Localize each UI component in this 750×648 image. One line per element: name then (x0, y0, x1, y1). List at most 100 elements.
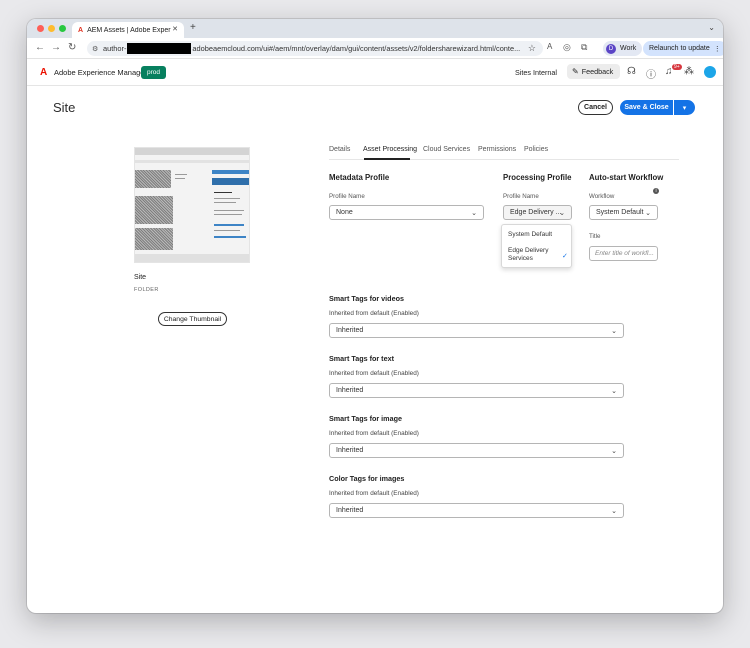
smart-tags-image-select[interactable]: Inherited ⌄ (329, 443, 624, 458)
smart-tags-image-heading: Smart Tags for image (329, 414, 402, 423)
tab-permissions[interactable]: Permissions (478, 146, 516, 153)
apps-grid-icon[interactable]: ⁂ (684, 66, 694, 77)
notification-badge: 9+ (672, 64, 682, 70)
color-tags-images-select[interactable]: Inherited ⌄ (329, 503, 624, 518)
thumb-image (135, 228, 173, 250)
thumb-line (214, 210, 244, 211)
thumb-line (214, 198, 240, 199)
processing-profile-label: Profile Name (503, 193, 539, 200)
info-icon[interactable]: i (653, 188, 659, 194)
help-icon[interactable]: ⓘ (646, 66, 656, 81)
tab-details[interactable]: Details (329, 146, 350, 153)
thumb-line (214, 202, 236, 203)
tab-search-icon[interactable]: ⌄ (708, 23, 715, 32)
smart-tags-text-heading: Smart Tags for text (329, 354, 394, 363)
redacted-block (127, 43, 192, 54)
tab-cloud-services[interactable]: Cloud Services (423, 146, 470, 153)
chevron-down-icon: ⌄ (471, 210, 477, 217)
site-info-icon[interactable]: ⚙ (92, 45, 98, 53)
thumb-bar (214, 224, 244, 226)
extension-icon[interactable]: ◎ (563, 42, 571, 53)
smart-tags-text-value: Inherited (336, 387, 364, 394)
smart-tags-videos-heading: Smart Tags for videos (329, 294, 404, 303)
profile-pill[interactable]: D Work (603, 41, 643, 56)
property-tabs: Details Asset Processing Cloud Services … (329, 142, 679, 160)
puzzle-icon[interactable]: ⧉ (581, 42, 587, 53)
feedback-button[interactable]: ✎ Feedback (567, 64, 621, 79)
chevron-down-icon: ⌄ (611, 388, 617, 395)
env-badge: prod (141, 66, 167, 79)
new-tab-icon[interactable]: + (190, 22, 196, 33)
metadata-profile-select[interactable]: None ⌄ (329, 205, 484, 220)
url-prefix: author- (103, 44, 127, 53)
reload-icon[interactable]: ↻ (68, 42, 76, 53)
minimize-window-button[interactable] (48, 25, 55, 32)
option-edge-delivery[interactable]: Edge Delivery (508, 247, 548, 254)
active-tab-indicator (364, 158, 410, 160)
thumb-bar (212, 170, 249, 174)
workflow-label: Workflow (589, 193, 615, 200)
adobe-favicon-icon: A (78, 26, 84, 34)
bookmark-star-icon[interactable]: ☆ (528, 43, 536, 54)
user-avatar[interactable] (704, 66, 716, 78)
smart-tags-text-select[interactable]: Inherited ⌄ (329, 383, 624, 398)
workflow-title-input[interactable]: Enter title of workfl... (589, 246, 658, 261)
color-tags-images-heading: Color Tags for images (329, 474, 405, 483)
app-name[interactable]: Adobe Experience Manager (54, 68, 147, 77)
thumb-line (214, 192, 232, 193)
translate-icon[interactable]: A (547, 42, 552, 51)
close-window-button[interactable] (37, 25, 44, 32)
processing-profile-select[interactable]: Edge Delivery ... ⌄ (503, 205, 572, 220)
thumb-bar (214, 236, 246, 238)
maximize-window-button[interactable] (59, 25, 66, 32)
option-system-default[interactable]: System Default (508, 231, 552, 238)
save-options-button[interactable]: ▾ (674, 100, 695, 115)
url-field[interactable]: ⚙ author- adobeaemcloud.com/ui#/aem/mnt/… (87, 41, 543, 56)
checkmark-icon: ✓ (562, 253, 568, 260)
metadata-profile-heading: Metadata Profile (329, 173, 390, 182)
back-icon[interactable]: ← (35, 42, 45, 53)
adobe-logo-icon[interactable]: A (40, 67, 47, 78)
feedback-icon: ✎ (572, 67, 579, 76)
folder-name: Site (134, 274, 147, 281)
workflow-select[interactable]: System Default ⌄ (589, 205, 658, 220)
thumb-bar (212, 178, 249, 185)
profile-label: Work (620, 45, 637, 52)
thumb-line (214, 230, 240, 231)
folder-thumbnail (134, 147, 250, 263)
save-close-button[interactable]: Save & Close (620, 100, 673, 115)
chevron-down-icon: ▾ (682, 104, 687, 112)
chevron-down-icon: ⌄ (645, 210, 651, 217)
thumb-line (175, 174, 187, 175)
thumb-line (214, 214, 242, 215)
color-tags-images-note: Inherited from default (Enabled) (329, 490, 419, 497)
tab-policies[interactable]: Policies (524, 146, 548, 153)
smart-tags-videos-select[interactable]: Inherited ⌄ (329, 323, 624, 338)
close-tab-icon[interactable]: ✕ (172, 25, 178, 33)
browser-tab-title: AEM Assets | Adobe Experien (87, 26, 172, 34)
workspace-switcher[interactable]: Sites Internal (515, 68, 557, 77)
processing-profile-value: Edge Delivery ... (510, 209, 562, 216)
tab-asset-processing[interactable]: Asset Processing (363, 146, 417, 153)
thumb-line (175, 178, 185, 179)
address-bar-row: ← → ↻ ⚙ author- adobeaemcloud.com/ui#/ae… (27, 38, 723, 59)
aem-header: A Adobe Experience Manager prod Sites In… (27, 59, 723, 86)
relaunch-button[interactable]: Relaunch to update ⋮ (643, 41, 723, 56)
cancel-button[interactable]: Cancel (578, 100, 613, 115)
forward-icon[interactable]: → (51, 42, 61, 53)
folder-type: FOLDER (134, 287, 159, 293)
smart-tags-text-note: Inherited from default (Enabled) (329, 370, 419, 377)
processing-profile-heading: Processing Profile (503, 173, 572, 182)
browser-window: A AEM Assets | Adobe Experien ✕ + ⌄ ← → … (27, 19, 723, 613)
chevron-down-icon: ⌄ (611, 448, 617, 455)
change-thumbnail-button[interactable]: Change Thumbnail (158, 312, 227, 326)
url-text: adobeaemcloud.com/ui#/aem/mnt/overlay/da… (192, 44, 521, 53)
chevron-down-icon: ⌄ (559, 210, 565, 217)
metadata-profile-value: None (336, 209, 353, 216)
metadata-profile-label: Profile Name (329, 193, 365, 200)
chevron-down-icon: ⌄ (611, 328, 617, 335)
browser-tab[interactable]: A AEM Assets | Adobe Experien ✕ (72, 22, 184, 38)
chat-icon[interactable]: ☊ (627, 66, 636, 77)
more-menu-icon: ⋮ (713, 45, 721, 53)
option-edge-delivery-services[interactable]: Services (508, 255, 533, 262)
